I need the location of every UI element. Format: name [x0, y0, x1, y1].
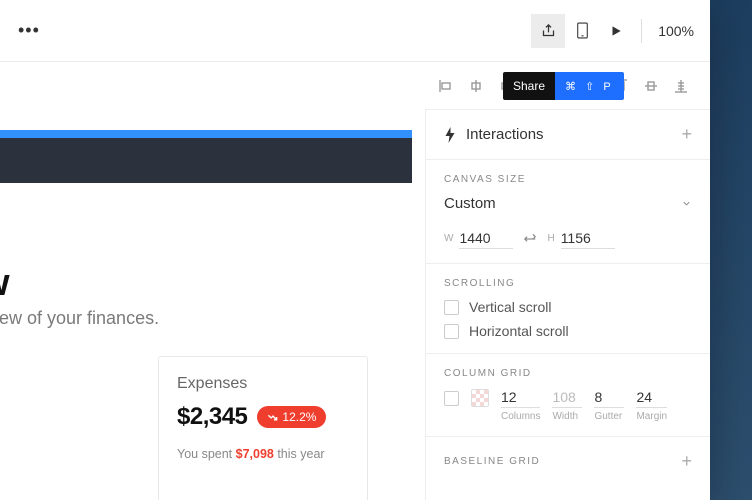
width-sublabel: Width — [552, 411, 582, 422]
scrollbar[interactable] — [425, 110, 426, 290]
page-title: w — [0, 262, 9, 305]
checkbox-icon — [444, 324, 459, 339]
horizontal-scroll-checkbox[interactable]: Horizontal scroll — [444, 323, 692, 339]
device-preview-button[interactable] — [565, 14, 599, 48]
share-tooltip: Share ⌘ ⇧ P — [503, 72, 624, 100]
share-shortcut: ⌘ ⇧ P — [555, 72, 624, 100]
columns-input[interactable]: 12 — [501, 389, 540, 408]
card-summary: 51 this year — [0, 412, 121, 426]
share-icon — [541, 23, 556, 38]
canvas-preset-value: Custom — [444, 195, 496, 212]
align-center-v-button[interactable] — [640, 75, 662, 97]
canvas-preset-dropdown[interactable]: Custom — [444, 195, 692, 216]
play-icon — [609, 24, 623, 38]
column-width-input[interactable]: 108 — [552, 389, 582, 408]
swap-dimensions-icon[interactable] — [523, 232, 537, 246]
align-left-button[interactable] — [435, 75, 457, 97]
scrolling-section: SCROLLING Vertical scroll Horizontal scr… — [426, 264, 710, 354]
margin-input[interactable]: 24 — [636, 389, 667, 408]
canvas-width-input[interactable] — [459, 228, 513, 249]
column-grid-toggle[interactable] — [444, 391, 459, 406]
play-button[interactable] — [599, 14, 633, 48]
trend-pct: 12.2% — [282, 410, 316, 424]
margin-sublabel: Margin — [636, 411, 667, 422]
align-bottom-button[interactable] — [670, 75, 692, 97]
checkbox-label: Vertical scroll — [469, 299, 551, 315]
section-label: CANVAS SIZE — [444, 174, 692, 185]
checkbox-icon — [444, 300, 459, 315]
stat-card-income[interactable]: 12.2% 51 this year — [0, 356, 140, 500]
add-interaction-button[interactable]: + — [681, 124, 692, 145]
column-grid-section: COLUMN GRID 12 Columns 108 Width 8 Gutte… — [426, 354, 710, 437]
vertical-scroll-checkbox[interactable]: Vertical scroll — [444, 299, 692, 315]
inspector-panel: Interactions + CANVAS SIZE Custom W H — [425, 110, 710, 500]
topbar-right: 100% — [531, 0, 710, 61]
section-label: BASELINE GRID — [444, 456, 540, 467]
card-amount: $2,345 — [177, 403, 247, 431]
interactions-section: Interactions + — [426, 110, 710, 160]
gutter-sublabel: Gutter — [594, 411, 624, 422]
height-label: H — [547, 233, 554, 244]
stat-cards-row: 12.2% 51 this year Expenses $2,345 12.2%… — [0, 356, 368, 500]
share-button[interactable] — [531, 14, 565, 48]
canvas-area[interactable]: w rview of your finances. 12.2% 51 this … — [0, 62, 425, 500]
trend-pill-down: 12.2% — [257, 406, 326, 428]
add-baseline-button[interactable]: + — [681, 451, 692, 472]
canvas-size-section: CANVAS SIZE Custom W H — [426, 160, 710, 264]
align-center-h-button[interactable] — [465, 75, 487, 97]
column-color-swatch[interactable] — [471, 389, 489, 407]
page-header-bar — [0, 138, 412, 183]
checkbox-label: Horizontal scroll — [469, 323, 569, 339]
page-subtitle: rview of your finances. — [0, 308, 159, 329]
selection-outline — [0, 130, 412, 138]
canvas-height-input[interactable] — [561, 228, 615, 249]
section-label: COLUMN GRID — [444, 368, 692, 379]
bolt-icon — [444, 127, 456, 143]
columns-sublabel: Columns — [501, 411, 540, 422]
zoom-level[interactable]: 100% — [650, 23, 710, 39]
baseline-grid-section: BASELINE GRID + — [426, 437, 710, 472]
card-label: Expenses — [177, 375, 349, 393]
trend-down-icon — [267, 412, 278, 423]
chevron-down-icon — [681, 198, 692, 209]
app-window: ••• 100% Share — [0, 0, 710, 500]
stat-card-expenses[interactable]: Expenses $2,345 12.2% You spent $7,098 t… — [158, 356, 368, 500]
interactions-title: Interactions — [466, 126, 544, 143]
more-menu[interactable]: ••• — [18, 20, 40, 41]
device-icon — [576, 22, 589, 39]
card-summary: You spent $7,098 this year — [177, 447, 349, 461]
gutter-input[interactable]: 8 — [594, 389, 624, 408]
topbar: ••• 100% — [0, 0, 710, 62]
share-tooltip-label: Share — [503, 72, 555, 100]
width-label: W — [444, 233, 453, 244]
divider — [641, 19, 642, 43]
section-label: SCROLLING — [444, 278, 692, 289]
